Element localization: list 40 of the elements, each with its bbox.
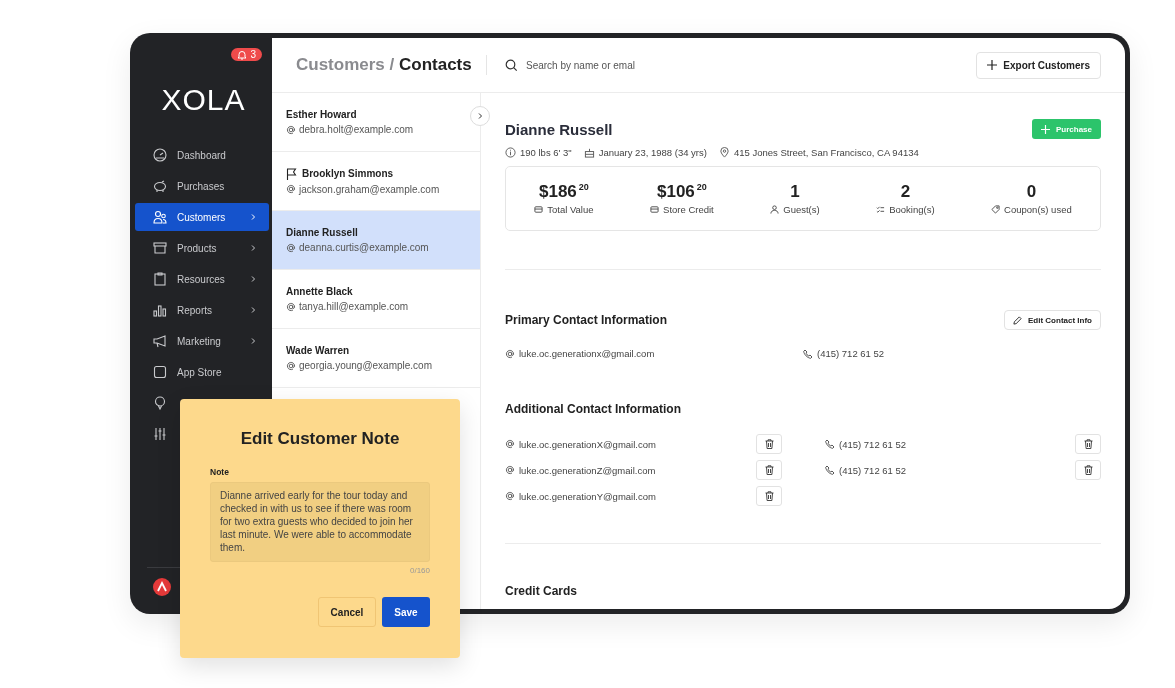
- contact-name: Wade Warren: [286, 345, 350, 356]
- stat-label: Store Credit: [663, 204, 714, 215]
- notification-count: 3: [250, 49, 256, 60]
- stat-value: 2: [900, 182, 911, 202]
- stat-value: $106$^{20}$: [657, 182, 707, 202]
- customer-detail: January 23, 1988 (34 yrs): [598, 147, 707, 158]
- contact-email: georgia.young@example.com: [299, 360, 432, 371]
- stat-value: $186$^{20}$: [539, 182, 589, 202]
- contact-email: luke.oc.generationX@gmail.com: [519, 438, 656, 450]
- contact-phone: (415) 712 61 52: [839, 438, 907, 450]
- stat-value: 1: [790, 182, 800, 202]
- contact-email: debra.holt@example.com: [299, 124, 414, 135]
- contact-email: luke.oc.generationY@gmail.com: [519, 490, 656, 502]
- customer-name: Dianne Russell: [505, 120, 613, 138]
- customer-detail: 415 Jones Street, San Francisco, CA 94134: [733, 147, 919, 158]
- section-title: Credit Cards: [505, 584, 579, 598]
- contact-email: tanya.hill@example.com: [299, 301, 409, 312]
- section-title: Additional Contact Information: [505, 402, 682, 416]
- stat-label: Coupon(s) used: [1004, 204, 1072, 215]
- page-title: Customers / Contacts: [272, 55, 487, 75]
- contact-email: luke.oc.generationZ@gmail.com: [519, 464, 656, 476]
- character-counter: 0/160: [408, 566, 430, 575]
- contact-phone: (415) 712 61 52: [817, 348, 885, 359]
- contact-email: jackson.graham@example.com: [299, 183, 440, 195]
- dialog-title: Edit Customer Note: [239, 429, 401, 449]
- contact-email: deanna.curtis@example.com: [299, 242, 429, 253]
- logo: XOLA: [161, 83, 246, 117]
- contact-name: Annette Black: [286, 286, 353, 297]
- contact-email: luke.oc.generationx@gmail.com: [519, 348, 655, 359]
- stat-label: Booking(s): [889, 204, 935, 215]
- stat-value: 0: [1026, 182, 1037, 202]
- stat-label: Guest(s): [783, 204, 820, 215]
- contact-name: Esther Howard: [286, 109, 357, 120]
- customer-detail: 190 lbs 6' 3": [520, 147, 572, 158]
- section-title: Primary Contact Information: [505, 313, 668, 327]
- contact-name: Dianne Russell: [286, 227, 358, 238]
- stat-label: Total Value: [547, 204, 594, 215]
- field-label: Note: [210, 467, 230, 477]
- contact-phone: (415) 712 61 52: [839, 464, 907, 476]
- contact-name: Brooklyn Simmons: [302, 168, 394, 179]
